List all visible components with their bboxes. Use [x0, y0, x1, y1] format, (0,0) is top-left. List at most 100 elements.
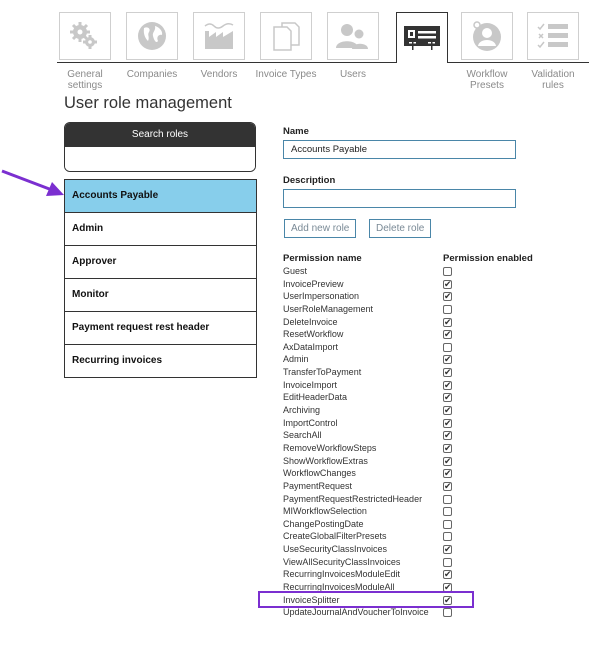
permission-name: TransferToPayment — [283, 367, 362, 378]
permission-row: CreateGlobalFilterPresets — [283, 530, 483, 543]
permission-checkbox[interactable]: ✔ — [443, 456, 452, 466]
tab-validation-rules[interactable]: Validation rules — [520, 12, 586, 91]
page-title: User role management — [64, 94, 232, 112]
permission-name: ChangePostingDate — [283, 518, 364, 529]
permission-name-header: Permission name — [283, 253, 362, 264]
permission-name: InvoiceImport — [283, 379, 338, 390]
permission-row: RemoveWorkflowSteps ✔ — [283, 442, 483, 455]
permission-checkbox[interactable]: ✔ — [443, 418, 452, 428]
permission-row: ChangePostingDate — [283, 518, 483, 531]
documents-icon — [270, 20, 302, 52]
permission-name: WorkflowChanges — [283, 468, 356, 479]
name-label: Name — [283, 126, 309, 137]
permission-row: PaymentRequestRestrictedHeader — [283, 493, 483, 506]
tab-users[interactable]: Users — [320, 12, 386, 80]
permission-row: AxDataImport — [283, 341, 483, 354]
permission-row: UseSecurityClassInvoices ✔ — [283, 543, 483, 556]
annotation-highlight-box — [258, 591, 474, 608]
permission-checkbox[interactable]: ✔ — [443, 380, 452, 390]
tab-label: Vendors — [200, 69, 238, 80]
role-item[interactable]: Monitor — [64, 279, 257, 312]
permission-checkbox[interactable]: ✔ — [443, 406, 452, 416]
add-new-role-button[interactable]: Add new role — [284, 219, 357, 238]
permission-checkbox[interactable]: ✔ — [443, 368, 452, 378]
role-item[interactable]: Approver — [64, 246, 257, 279]
tab-vendors[interactable]: Vendors — [186, 12, 252, 80]
permission-name: ShowWorkflowExtras — [283, 455, 368, 466]
permission-name: MIWorkflowSelection — [283, 506, 367, 517]
role-list: Accounts Payable Admin Approver Monitor Paym… — [64, 179, 257, 378]
permission-checkbox[interactable] — [443, 507, 452, 517]
delete-role-button[interactable]: Delete role — [369, 219, 432, 238]
tab-label: Users — [339, 69, 367, 80]
permission-name: Archiving — [283, 405, 321, 416]
tab-label: Companies — [126, 69, 178, 80]
tab-workflow-presets[interactable]: Workflow Presets — [454, 12, 520, 91]
permission-row: Guest — [283, 265, 483, 278]
permission-checkbox[interactable] — [443, 557, 452, 567]
role-item[interactable]: Payment request rest header — [64, 312, 257, 345]
permission-name: CreateGlobalFilterPresets — [283, 531, 387, 542]
permission-checkbox[interactable]: ✔ — [443, 279, 452, 289]
permission-name: AxDataImport — [283, 341, 339, 352]
permission-checkbox[interactable]: ✔ — [443, 292, 452, 302]
settings-tab-bar: General settings Companies Vendors Invoi… — [57, 12, 589, 92]
tab-companies[interactable]: Companies — [119, 12, 185, 80]
permission-list: Guest InvoicePreview ✔ UserImpersonation ✔ Us… — [283, 265, 483, 619]
permission-row: InvoiceImport ✔ — [283, 379, 483, 392]
permission-checkbox[interactable] — [443, 494, 452, 504]
gears-icon — [68, 21, 102, 51]
permission-name: DeleteInvoice — [283, 316, 338, 327]
permission-row: WorkflowChanges ✔ — [283, 467, 483, 480]
tab-user-roles[interactable] — [389, 12, 455, 72]
permission-checkbox[interactable]: ✔ — [443, 317, 452, 327]
permission-checkbox[interactable] — [443, 532, 452, 542]
tab-invoice-types[interactable]: Invoice Types — [253, 12, 319, 80]
permission-checkbox[interactable] — [443, 608, 452, 618]
permission-checkbox[interactable]: ✔ — [443, 355, 452, 365]
role-item[interactable]: Accounts Payable — [64, 179, 257, 213]
tab-label: Validation rules — [531, 69, 575, 91]
permission-checkbox[interactable] — [443, 342, 452, 352]
permission-name: SearchAll — [283, 430, 322, 441]
permission-checkbox[interactable] — [443, 267, 452, 276]
permission-name: Admin — [283, 354, 309, 365]
permission-name: InvoicePreview — [283, 278, 344, 289]
user-circle-icon — [470, 19, 504, 53]
permission-checkbox[interactable]: ✔ — [443, 570, 452, 580]
permission-checkbox[interactable]: ✔ — [443, 545, 452, 555]
role-item[interactable]: Recurring invoices — [64, 345, 257, 378]
permission-name: PaymentRequest — [283, 480, 353, 491]
users-icon — [335, 21, 371, 51]
tab-label: Invoice Types — [255, 69, 317, 80]
permission-checkbox[interactable]: ✔ — [443, 393, 452, 403]
permission-name: EditHeaderData — [283, 392, 348, 403]
permission-row: ResetWorkflow ✔ — [283, 328, 483, 341]
permission-checkbox[interactable] — [443, 519, 452, 529]
permission-name: ImportControl — [283, 417, 338, 428]
permission-checkbox[interactable]: ✔ — [443, 443, 452, 453]
description-input[interactable] — [283, 189, 516, 208]
permission-name: ViewAllSecurityClassInvoices — [283, 556, 401, 567]
permission-row: InvoicePreview ✔ — [283, 278, 483, 291]
role-item[interactable]: Admin — [64, 213, 257, 246]
search-roles-header: Search roles — [65, 123, 255, 147]
permission-checkbox[interactable]: ✔ — [443, 481, 452, 491]
permission-row: EditHeaderData ✔ — [283, 391, 483, 404]
search-roles-input[interactable] — [65, 147, 255, 171]
id-card-icon — [403, 25, 441, 51]
permission-row: UpdateJournalAndVoucherToInvoice — [283, 606, 483, 619]
annotation-arrow-icon — [1, 169, 64, 196]
name-input[interactable] — [283, 140, 516, 159]
permission-checkbox[interactable] — [443, 304, 452, 314]
permission-checkbox[interactable]: ✔ — [443, 431, 452, 441]
description-label: Description — [283, 175, 336, 186]
permission-row: SearchAll ✔ — [283, 429, 483, 442]
factory-icon — [202, 21, 236, 51]
permission-enabled-header: Permission enabled — [443, 253, 533, 264]
permission-checkbox[interactable]: ✔ — [443, 330, 452, 340]
permission-row: TransferToPayment ✔ — [283, 366, 483, 379]
tab-general-settings[interactable]: General settings — [52, 12, 118, 91]
permission-name: RemoveWorkflowSteps — [283, 442, 377, 453]
permission-checkbox[interactable]: ✔ — [443, 469, 452, 479]
